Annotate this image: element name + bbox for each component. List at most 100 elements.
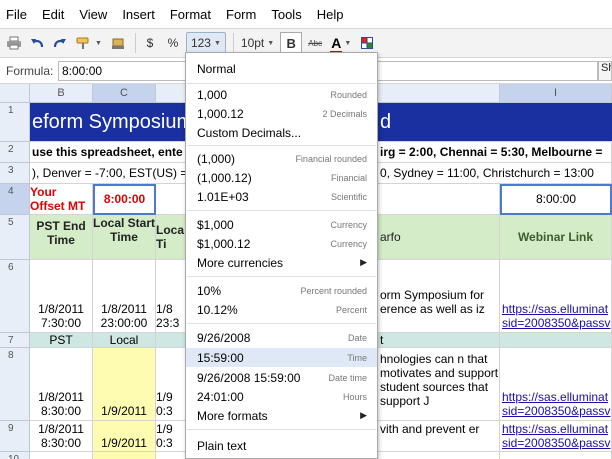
session-local-start-cell[interactable]: 1/8/2011 23:00:00 — [93, 260, 156, 333]
row-header[interactable]: 5 — [0, 215, 30, 260]
menu-item-percent[interactable]: 10.12% Percent — [186, 300, 377, 319]
grid-cell[interactable] — [156, 452, 186, 459]
session-end-cell[interactable]: 1/8/2011 8:30:00 — [30, 348, 93, 421]
tz-local-cell[interactable]: Local — [93, 333, 156, 348]
format-painter-icon[interactable]: ▼ — [73, 32, 105, 54]
webinar-link[interactable]: https://sas.elluminat sid=2008350&passv — [500, 348, 612, 421]
grid-cell[interactable] — [156, 333, 186, 348]
number-format-button[interactable]: 123 ▼ — [185, 32, 226, 54]
offset-value-cell-i[interactable]: 8:00:00 — [500, 184, 612, 215]
grid-cell[interactable] — [156, 184, 186, 215]
menu-item-hint: Percent — [335, 304, 367, 315]
session-local-cell[interactable]: 1/8 23:3 — [156, 260, 186, 333]
row-header[interactable]: 9 — [0, 421, 30, 452]
menu-item-financial-rounded[interactable]: (1,000) Financial rounded — [186, 149, 377, 168]
offset-value-cell[interactable]: 8:00:00 — [93, 184, 156, 215]
tz-label-cell[interactable]: PST — [30, 333, 93, 348]
menu-item-2-decimals[interactable]: 1,000.12 2 Decimals — [186, 104, 377, 123]
menu-item-scientific[interactable]: 1.01E+03 Scientific — [186, 187, 377, 206]
grid-cell[interactable] — [378, 184, 500, 215]
menu-item-rounded[interactable]: 1,000 Rounded — [186, 85, 377, 104]
menu-item-financial[interactable]: (1,000.12) Financial — [186, 168, 377, 187]
session-description-cell[interactable]: hnologies can n that motivates and suppo… — [378, 348, 500, 421]
print-icon[interactable] — [4, 32, 24, 54]
offsets-left[interactable]: ), Denver = -7:00, EST(US) = — [30, 163, 186, 184]
row-header[interactable]: 10 — [0, 452, 30, 459]
column-header-i[interactable]: I — [500, 84, 612, 103]
row-header[interactable]: 4 — [0, 184, 30, 215]
header-webinar-link[interactable]: Webinar Link — [500, 215, 612, 260]
grid-cell[interactable] — [93, 452, 156, 459]
session-description-cell[interactable]: orm Symposium for erence as well as iz — [378, 260, 500, 333]
session-description-cell[interactable]: vith and prevent er — [378, 421, 500, 452]
tz-info-cell[interactable]: t — [378, 333, 500, 348]
menu-help[interactable]: Help — [317, 7, 344, 22]
webinar-link[interactable]: https://sas.elluminat sid=2008350&passv — [500, 260, 612, 333]
row-header[interactable]: 6 — [0, 260, 30, 333]
font-size-button[interactable]: 10pt ▼ — [238, 32, 277, 54]
menu-item-plain-text[interactable]: Plain text — [186, 436, 377, 455]
session-local-cell[interactable]: 1/9 0:3 — [156, 421, 186, 452]
borders-icon[interactable] — [357, 32, 377, 54]
column-header-b[interactable]: B — [30, 84, 93, 103]
session-local-start-cell[interactable]: 1/9/2011 — [93, 421, 156, 452]
webinar-link[interactable]: https://sas.elluminat sid=2008350&passv — [500, 421, 612, 452]
menu-file[interactable]: File — [6, 7, 27, 22]
clear-format-icon[interactable] — [108, 32, 128, 54]
offset-label-cell[interactable]: Your Offset MT here => — [30, 184, 93, 215]
undo-icon[interactable] — [27, 32, 47, 54]
row-header[interactable]: 8 — [0, 348, 30, 421]
grid-corner[interactable] — [0, 84, 30, 103]
row-header[interactable]: 7 — [0, 333, 30, 348]
session-end-cell[interactable]: 1/8/2011 8:30:00 — [30, 421, 93, 452]
row-header[interactable]: 3 — [0, 163, 30, 184]
grid-cell[interactable] — [500, 452, 612, 459]
menu-format[interactable]: Format — [170, 7, 211, 22]
column-header-c[interactable]: C — [93, 84, 156, 103]
menu-insert[interactable]: Insert — [122, 7, 155, 22]
header-local-start-time[interactable]: Local Start Time — [93, 215, 156, 260]
column-header-f[interactable] — [378, 84, 500, 103]
menu-tools[interactable]: Tools — [271, 7, 301, 22]
menu-form[interactable]: Form — [226, 7, 256, 22]
grid-cell[interactable] — [378, 452, 500, 459]
menu-item-more-currencies[interactable]: More currencies ▶ — [186, 253, 377, 272]
menu-item-percent-rounded[interactable]: 10% Percent rounded — [186, 281, 377, 300]
grid-cell[interactable] — [30, 452, 93, 459]
title-banner-left[interactable]: eform Symposium — [30, 103, 186, 142]
session-end-cell[interactable]: 1/8/2011 7:30:00 — [30, 260, 93, 333]
header-pst-end-time[interactable]: PST End Time — [30, 215, 93, 260]
chevron-down-icon: ▼ — [344, 39, 352, 47]
redo-icon[interactable] — [50, 32, 70, 54]
menu-edit[interactable]: Edit — [42, 7, 64, 22]
text-color-button[interactable]: A ▼ — [328, 32, 354, 54]
menu-item-currency[interactable]: $1,000.12 Currency — [186, 234, 377, 253]
menu-view[interactable]: View — [79, 7, 107, 22]
menu-item-normal[interactable]: Normal — [186, 59, 377, 78]
row-header[interactable]: 1 — [0, 103, 30, 142]
menu-item-date-time[interactable]: 9/26/2008 15:59:00 Date time — [186, 368, 377, 387]
bold-button[interactable]: B — [280, 32, 303, 54]
menu-item-more-formats[interactable]: More formats ▶ — [186, 406, 377, 425]
menu-item-time[interactable]: 15:59:00 Time — [186, 348, 377, 367]
number-format-label: 123 — [190, 36, 211, 50]
menu-item-custom-decimals[interactable]: Custom Decimals... — [186, 123, 377, 142]
column-header-d[interactable] — [156, 84, 186, 103]
menu-item-currency-rounded[interactable]: $1,000 Currency — [186, 215, 377, 234]
instructions-right[interactable]: irg = 2:00, Chennai = 5:30, Melbourne = — [378, 142, 612, 163]
menu-item-hours[interactable]: 24:01:00 Hours — [186, 387, 377, 406]
instructions-left[interactable]: use this spreadsheet, ente — [30, 142, 186, 163]
header-info[interactable]: arfo — [378, 215, 500, 260]
offsets-right[interactable]: 0, Sydney = 11:00, Christchurch = 13:00 — [378, 163, 612, 184]
currency-button[interactable]: $ — [140, 32, 160, 54]
header-local-time[interactable]: Loca Ti — [156, 215, 186, 260]
percent-button[interactable]: % — [163, 32, 183, 54]
row-header[interactable]: 2 — [0, 142, 30, 163]
grid-cell[interactable] — [500, 333, 612, 348]
strikethrough-button[interactable]: Abc — [305, 32, 325, 54]
formula-side-button[interactable]: Sh — [598, 61, 612, 81]
title-banner-right[interactable]: d — [378, 103, 612, 142]
menu-item-date[interactable]: 9/26/2008 Date — [186, 328, 377, 347]
session-local-start-cell[interactable]: 1/9/2011 — [93, 348, 156, 421]
session-local-cell[interactable]: 1/9 0:3 — [156, 348, 186, 421]
